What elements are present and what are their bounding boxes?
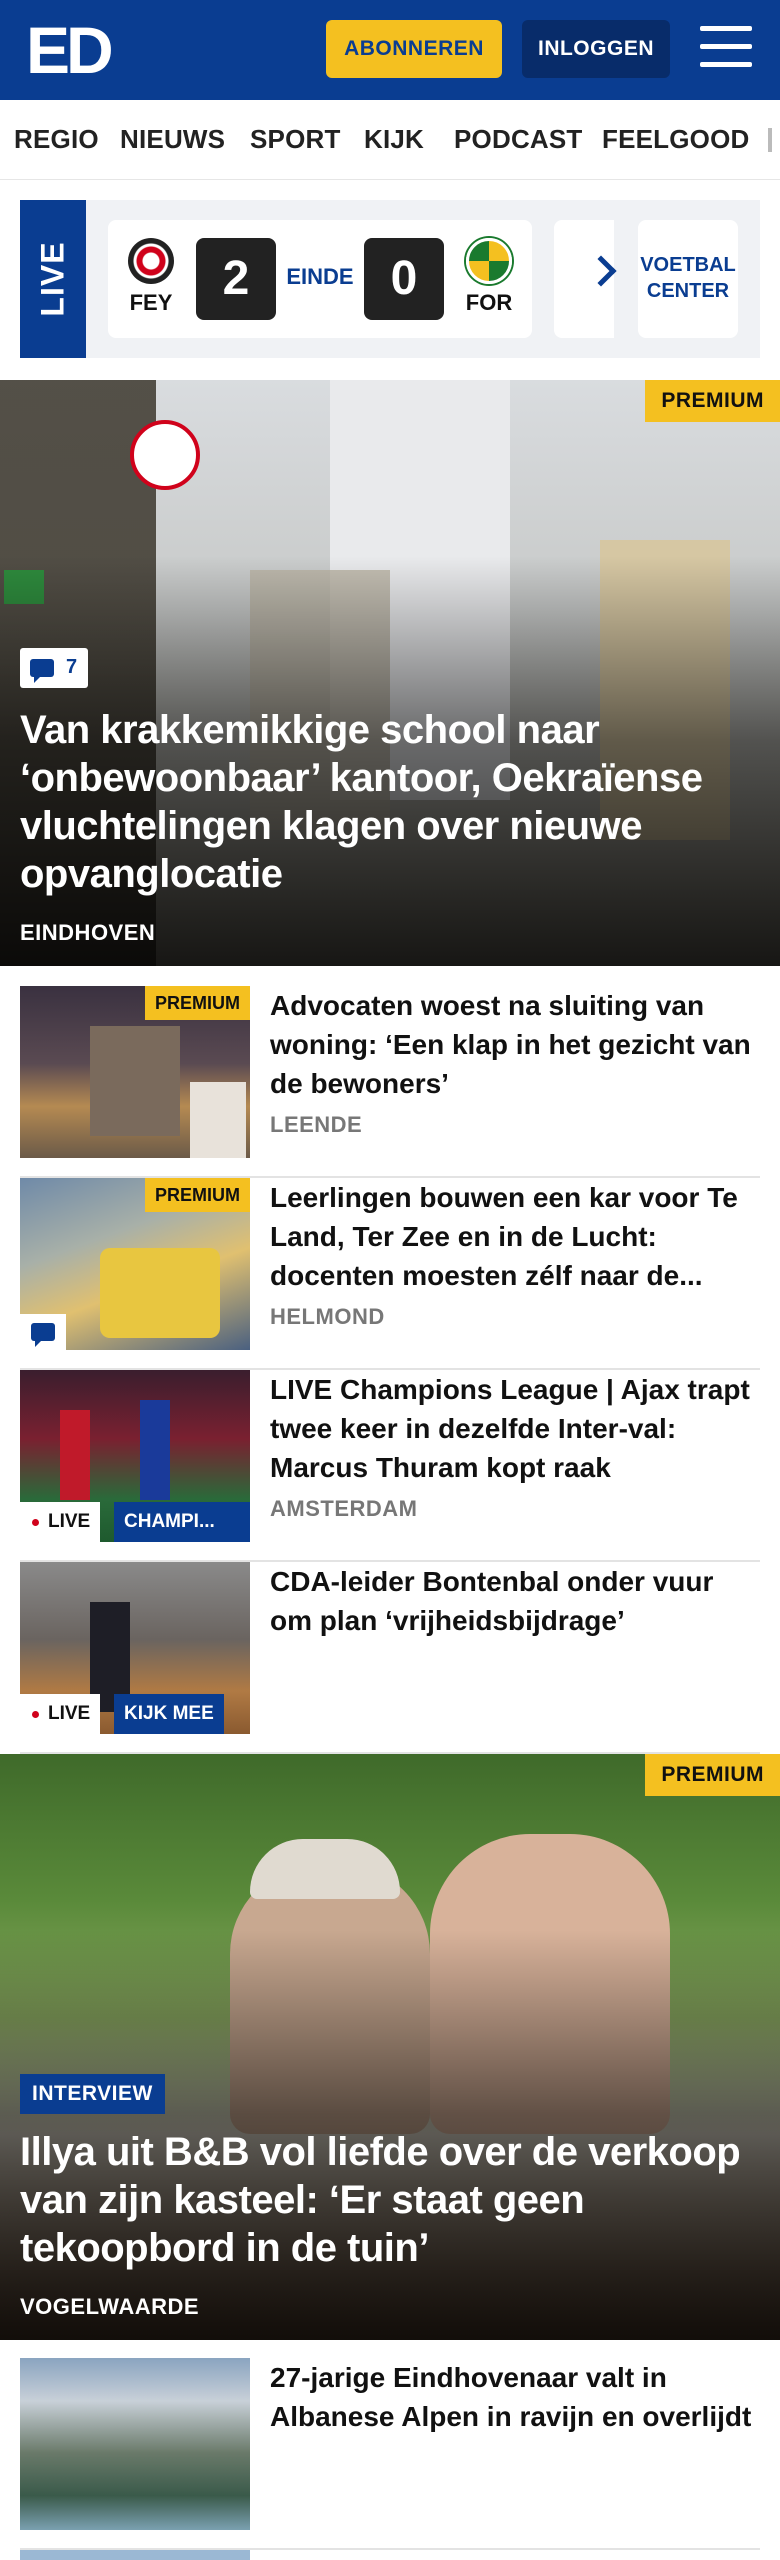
nav-item-nieuws[interactable]: NIEUWS — [120, 124, 225, 155]
article-title[interactable]: Leerlingen bouwen een kar voor Te Land, … — [270, 1178, 760, 1295]
ed-logo[interactable]: ED — [26, 17, 116, 83]
player-shape — [60, 1410, 90, 1500]
article-location: AMSTERDAM — [270, 1496, 418, 1521]
voetbal-center-link[interactable]: VOETBAL CENTER — [638, 220, 738, 338]
article-thumbnail — [20, 2358, 250, 2530]
nav-item-sport[interactable]: SPORT — [250, 124, 341, 155]
list-item[interactable]: 27-jarige Eindhovenaar valt in Albanese … — [20, 2358, 760, 2550]
logo-text: ED — [26, 13, 114, 87]
hero-1-title[interactable]: Van krakkemikkige school naar ‘onbewoonb… — [20, 706, 760, 898]
no-smoking-sign-icon — [130, 420, 200, 490]
premium-badge: PREMIUM — [145, 1178, 250, 1212]
live-tab[interactable]: LIVE — [20, 200, 86, 358]
player-shape — [140, 1400, 170, 1500]
feyenoord-crest-icon — [128, 238, 174, 284]
next-match-button[interactable] — [554, 220, 617, 338]
article-title[interactable]: LIVE Champions League | Ajax trapt twee … — [270, 1370, 760, 1487]
comment-icon — [30, 659, 54, 683]
away-team: FOR — [464, 238, 514, 316]
hero-article-1[interactable]: PREMIUM 7 Van krakkemikkige school naar … — [0, 380, 780, 966]
article-title[interactable]: CDA-leider Bontenbal onder vuur om plan … — [270, 1562, 760, 1640]
nav-item-feelgood[interactable]: FEELGOOD — [602, 124, 750, 155]
hamburger-menu-icon[interactable] — [700, 26, 752, 72]
fortuna-crest-icon — [466, 238, 512, 284]
live-tab-label: LIVE — [34, 241, 71, 317]
hero-2-title[interactable]: Illya uit B&B vol liefde over de verkoop… — [20, 2128, 760, 2272]
article-thumbnail: PREMIUM — [20, 1178, 250, 1350]
comment-count-badge[interactable]: 7 — [20, 648, 88, 688]
article-title[interactable]: Advocaten woest na sluiting van woning: … — [270, 986, 760, 1103]
article-location: HELMOND — [270, 1304, 385, 1329]
match-status: EINDE — [286, 264, 354, 289]
lawyer-portrait — [190, 1082, 246, 1158]
live-badge: LIVE — [20, 1694, 101, 1734]
article-5-image — [20, 2358, 250, 2530]
list-item[interactable]: PREMIUM Advocaten woest na sluiting van … — [20, 986, 760, 1178]
cart-shape — [100, 1248, 220, 1338]
login-button[interactable]: INLOGGEN — [522, 20, 670, 78]
hero-2-location: VOGELWAARDE — [20, 2294, 200, 2319]
article-thumbnail: PREMIUM — [20, 986, 250, 1158]
section-badge: KIJK MEE — [114, 1694, 224, 1734]
list-item[interactable]: LIVE CHAMPI... LIVE Champions League | A… — [20, 1370, 760, 1562]
article-location: LEENDE — [270, 1112, 363, 1137]
list-item[interactable]: PREMIUM Leerlingen bouwen een kar voor T… — [20, 1178, 760, 1370]
chevron-right-icon — [585, 255, 617, 287]
comment-icon — [31, 1323, 55, 1347]
home-score: 2 — [196, 238, 276, 320]
premium-badge: PREMIUM — [645, 380, 780, 422]
article-title[interactable]: 27-jarige Eindhovenaar valt in Albanese … — [270, 2358, 760, 2436]
article-thumbnail: LIVE KIJK MEE — [20, 1562, 250, 1734]
home-team-abbr: FEY — [129, 290, 173, 315]
section-nav: REGIO NIEUWS SPORT KIJK PODCAST FEELGOOD — [0, 100, 780, 180]
cap-shape — [250, 1839, 400, 1899]
nav-item-podcast[interactable]: PODCAST — [454, 124, 583, 155]
hero-article-2[interactable]: PREMIUM INTERVIEW Illya uit B&B vol lief… — [0, 1754, 780, 2340]
away-team-abbr: FOR — [465, 290, 513, 315]
live-badge: LIVE — [20, 1502, 101, 1542]
nav-item-regio[interactable]: REGIO — [14, 124, 99, 155]
section-badge: CHAMPI... — [114, 1502, 250, 1542]
nav-item-kijk[interactable]: KIJK — [364, 124, 424, 155]
hero-1-location: EINDHOVEN — [20, 920, 156, 945]
interview-tag: INTERVIEW — [20, 2074, 165, 2114]
article-thumbnail: LIVE CHAMPI... — [20, 1370, 250, 1542]
subscribe-button[interactable]: ABONNEREN — [326, 20, 502, 78]
comment-badge[interactable] — [20, 1314, 66, 1350]
list-item[interactable]: LIVE KIJK MEE CDA-leider Bontenbal onder… — [20, 1562, 760, 1754]
match-card[interactable]: FEY 2 EINDE 0 FOR — [108, 220, 532, 338]
comment-count: 7 — [66, 656, 78, 678]
nav-overflow-hint — [768, 128, 772, 152]
away-score: 0 — [364, 238, 444, 320]
live-score-bar: LIVE FEY 2 EINDE 0 FOR VOETBAL CENTER — [20, 200, 760, 358]
home-team: FEY — [126, 238, 176, 316]
next-thumbnail-peek — [20, 2550, 250, 2560]
house-shape — [90, 1026, 180, 1136]
premium-badge: PREMIUM — [645, 1754, 780, 1796]
site-header: ED ABONNEREN INLOGGEN — [0, 0, 780, 100]
premium-badge: PREMIUM — [145, 986, 250, 1020]
